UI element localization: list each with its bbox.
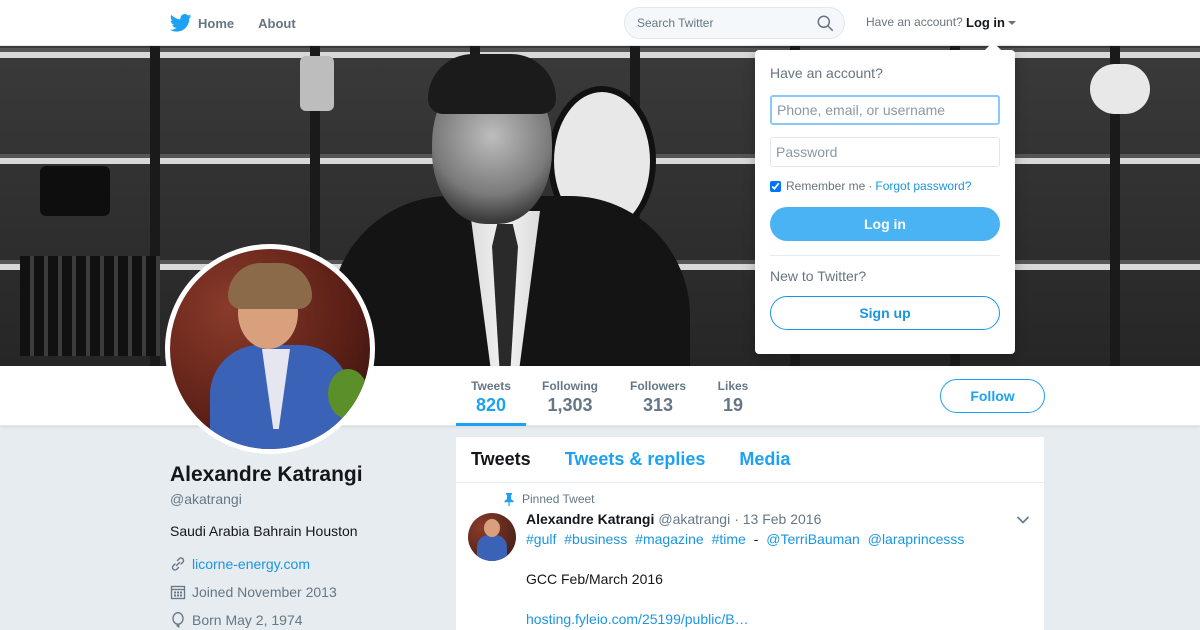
mention-link[interactable]: @TerriBauman [766,531,860,547]
avatar-hair [228,263,312,309]
hashtag-link[interactable]: #magazine [635,531,704,547]
account-prompt: Have an account? [866,15,963,29]
stat-followers[interactable]: Followers 313 [624,366,692,426]
new-to-twitter-prompt: New to Twitter? [770,268,867,284]
stat-likes[interactable]: Likes 19 [712,366,754,426]
tweet-handle[interactable]: @akatrangi [658,511,730,527]
login-dropdown: Have an account? Remember me · Forgot pa… [755,42,1015,354]
profile-born: Born May 2, 1974 [192,612,303,628]
stat-value: 820 [475,395,507,415]
header-man-hair [428,54,556,114]
signup-button[interactable]: Sign up [770,296,1000,330]
search-input[interactable] [625,8,805,38]
tweet-text: GCC Feb/March 2016 [526,571,663,587]
calendar-icon [170,585,186,600]
profile-url-link[interactable]: licorne-energy.com [192,556,310,572]
tweet-dash: - [753,531,759,547]
balloon-icon [172,612,184,628]
chevron-down-icon[interactable] [1016,515,1030,525]
nav-left: Home About [170,0,320,46]
profile-joined: Joined November 2013 [192,584,337,600]
pinned-label: Pinned Tweet [522,492,595,506]
stat-value: 19 [722,395,744,415]
profile-born-row: Born May 2, 1974 [170,612,303,628]
username-field[interactable] [770,95,1000,125]
tab-media[interactable]: Media [739,449,790,470]
profile-url-row: licorne-energy.com [170,556,310,572]
header-frame [40,166,110,216]
top-nav: Home About Have an account? Log in [0,0,1200,46]
stat-tweets[interactable]: Tweets 820 [456,366,526,426]
tab-tweets[interactable]: Tweets [471,449,531,470]
nav-home[interactable]: Home [170,14,234,32]
forgot-password-link[interactable]: Forgot password? [875,179,971,193]
tweet-tags-line: #gulf #business #magazine #time - @Terri… [526,531,968,547]
search-box [624,7,845,39]
search-icon[interactable] [817,15,834,32]
hashtag-link[interactable]: #gulf [526,531,556,547]
header-vase [300,56,334,111]
header-books [20,256,160,356]
pin-icon [504,492,514,506]
tweet-author[interactable]: Alexandre Katrangi [526,511,654,527]
timeline: Tweets Tweets & replies Media Pinned Twe… [456,437,1044,630]
login-menu-toggle[interactable]: Log in [966,15,1016,30]
profile-bio: Saudi Arabia Bahrain Houston [170,523,358,539]
login-dropdown-heading: Have an account? [770,65,883,81]
tweet-date[interactable]: · 13 Feb 2016 [734,511,821,527]
nav-about[interactable]: About [258,16,296,31]
tweet-avatar[interactable] [468,513,516,561]
caret-down-icon [1008,20,1016,25]
remember-row: Remember me · Forgot password? [770,179,1000,193]
hashtag-link[interactable]: #business [564,531,627,547]
mention-link[interactable]: @laraprincesss [868,531,965,547]
profile-joined-row: Joined November 2013 [170,584,337,600]
header-coral [1090,64,1150,114]
password-field[interactable] [770,137,1000,167]
avatar-plant [328,369,368,419]
pinned-label-row: Pinned Tweet [504,492,595,506]
login-link-label: Log in [966,15,1005,30]
tweet-link[interactable]: hosting.fyleio.com/25199/public/B… [526,611,749,627]
remember-separator: · [868,179,873,193]
login-button[interactable]: Log in [770,207,1000,241]
profile-handle[interactable]: @akatrangi [170,491,242,507]
stat-value: 1,303 [547,395,593,415]
profile-name[interactable]: Alexandre Katrangi [170,463,363,487]
nav-home-label: Home [198,15,235,31]
remember-label: Remember me [786,179,866,193]
tweet-avatar-head [484,519,500,537]
timeline-tabs: Tweets Tweets & replies Media [456,437,1044,483]
tab-tweets-replies[interactable]: Tweets & replies [565,449,706,470]
dropdown-divider [770,255,1000,256]
link-icon [171,557,185,571]
tweet-header: Alexandre Katrangi @akatrangi · 13 Feb 2… [526,511,821,527]
nav-about-label: About [258,15,296,31]
hashtag-link[interactable]: #time [712,531,746,547]
stat-label: Likes [717,379,749,393]
stat-value: 313 [642,395,674,415]
avatar[interactable] [165,244,375,454]
remember-checkbox[interactable] [770,180,781,192]
stat-label: Tweets [471,379,511,393]
stat-following[interactable]: Following 1,303 [536,366,604,426]
stat-label: Following [542,379,598,393]
stat-label: Followers [629,379,686,393]
tweet-avatar-suit [477,535,507,561]
twitter-bird-icon [170,14,192,32]
follow-button[interactable]: Follow [940,379,1045,413]
